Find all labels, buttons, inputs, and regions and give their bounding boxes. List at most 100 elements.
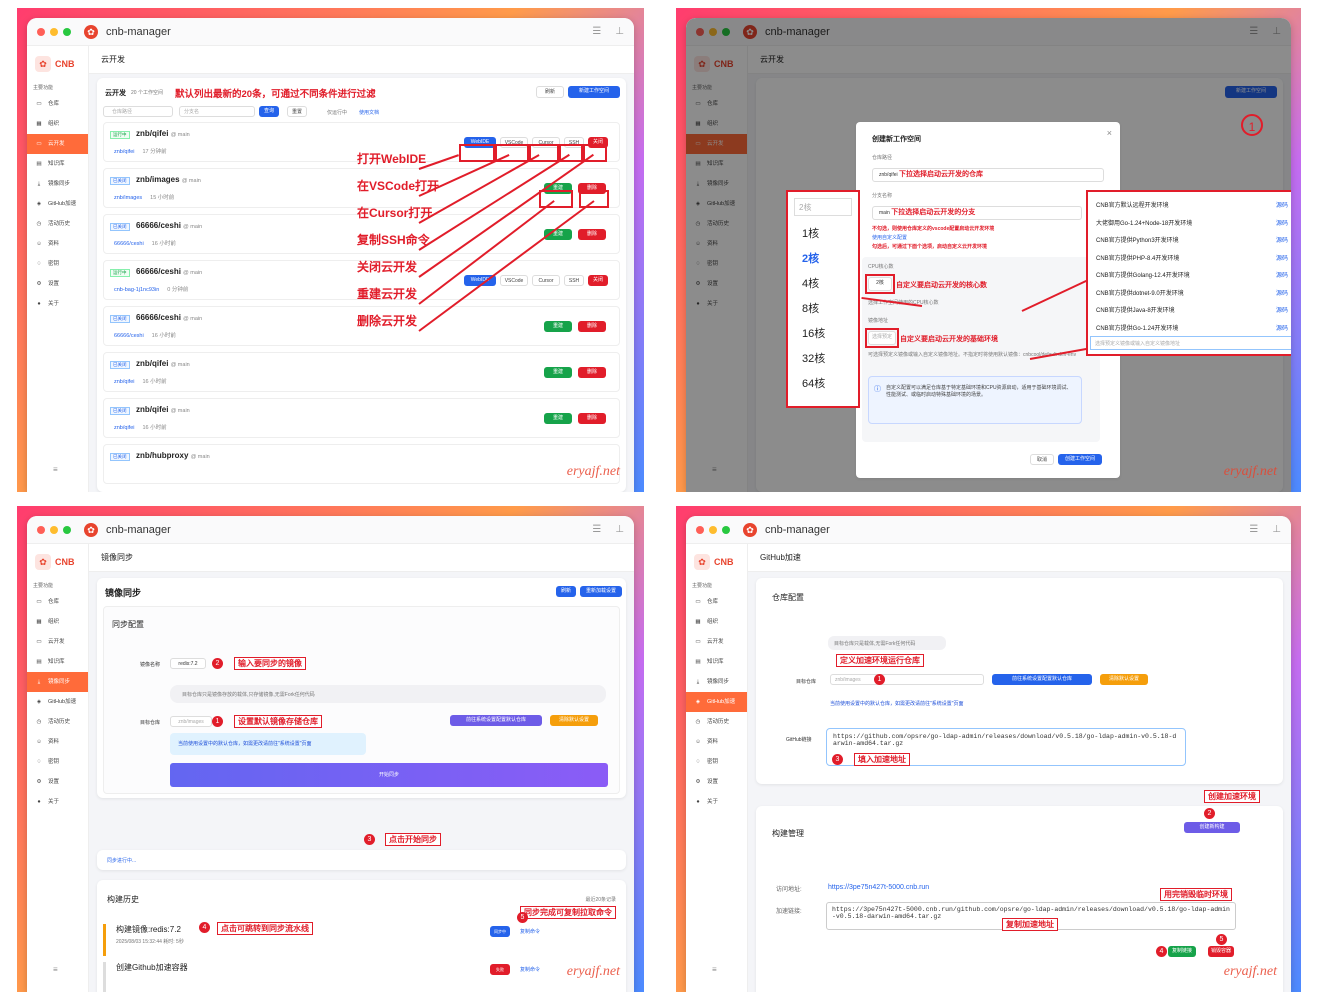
clear-default-button[interactable]: 清除默认设置	[550, 715, 598, 726]
rebuild-button[interactable]: 重建	[544, 413, 572, 424]
start-sync-button[interactable]: 开始同步	[170, 763, 608, 787]
sidebar-item[interactable]: ◷ 活动历史	[27, 712, 88, 732]
refresh-button[interactable]: 刷新	[536, 86, 564, 98]
sidebar-item[interactable]: ♢ 密钥	[686, 752, 747, 772]
image-option[interactable]: CNB官方提供PHP-8.4开发环境 源码	[1088, 251, 1291, 269]
delete-button[interactable]: 删除	[578, 367, 606, 378]
close-dot[interactable]	[37, 525, 45, 534]
workspace-name[interactable]: znb/qifei @ main	[136, 129, 190, 138]
sidebar-item[interactable]: ☺ 资料	[27, 732, 88, 752]
sidebar-item[interactable]: ▤ 知识库	[686, 652, 747, 672]
core-option[interactable]: 32核	[802, 347, 858, 372]
repo-filter-input[interactable]: 仓库路径	[103, 106, 173, 117]
workspace-name[interactable]: 66666/ceshi @ main	[136, 221, 202, 230]
copy-command-link[interactable]: 复制命令	[520, 928, 540, 935]
target-input[interactable]: znb/images	[170, 716, 212, 727]
reset-button[interactable]: 重置	[287, 106, 307, 117]
sidebar-item[interactable]: ▭ 仓库	[27, 94, 88, 114]
minimize-dot[interactable]	[50, 27, 58, 36]
workspace-name[interactable]: 66666/ceshi @ main	[136, 267, 202, 276]
workspace-path[interactable]: 66666/ceshi	[114, 333, 144, 339]
workspace-path[interactable]: znb/qifei	[114, 149, 135, 155]
query-button[interactable]: 查询	[259, 106, 279, 117]
workspace-path[interactable]: 66666/ceshi	[114, 241, 144, 247]
core-option[interactable]: 64核	[802, 372, 858, 397]
image-option[interactable]: CNB官方提供dotnet-9.0开发环境 源码	[1088, 286, 1291, 304]
core-option[interactable]: 1核	[802, 222, 858, 247]
sidebar-item[interactable]: ⤓ 镜像同步	[27, 672, 88, 692]
delete-button[interactable]: 删除	[578, 413, 606, 424]
sidebar-item[interactable]: ▦ 组织	[27, 114, 88, 134]
delete-button[interactable]: 删除	[578, 321, 606, 332]
refresh-button[interactable]: 刷新	[556, 586, 576, 597]
sidebar-item[interactable]: ◈ GitHub加速	[686, 692, 747, 712]
history-item[interactable]: 构建镜像:redis:7.2 2025/08/03 15:32:44 耗时: 5…	[103, 924, 620, 956]
sidebar-item[interactable]: ▭ 仓库	[27, 592, 88, 612]
create-build-button[interactable]: 创建新构建	[1184, 822, 1240, 833]
source-link[interactable]: 源码	[1276, 251, 1288, 269]
core-option[interactable]: 2核	[802, 247, 858, 272]
maximize-dot[interactable]	[63, 525, 71, 534]
pin-icon[interactable]: ⊥	[615, 524, 624, 535]
goto-settings-button[interactable]: 前往系统设置配置默认仓库	[992, 674, 1092, 685]
collapse-icon[interactable]: ≡	[53, 965, 58, 974]
source-link[interactable]: 源码	[1276, 198, 1288, 216]
workspace-path[interactable]: cnb-bag-1j1nc93in	[114, 287, 159, 293]
image-option[interactable]: CNB官方提供Python3开发环境 源码	[1088, 233, 1291, 251]
image-option[interactable]: 大佬御用Go-1.24+Node-18开发环境 源码	[1088, 216, 1291, 234]
sidebar-item[interactable]: ▭ 云开发	[27, 134, 88, 154]
visit-link[interactable]: https://3pe75n427t-5000.cnb.run	[828, 884, 929, 891]
sidebar-item[interactable]: ⚙ 设置	[27, 772, 88, 792]
workspace-name[interactable]: znb/qifei @ main	[136, 405, 190, 414]
docs-link[interactable]: 使用文档	[359, 109, 379, 116]
cancel-button[interactable]: 取消	[1030, 454, 1054, 465]
menu-icon[interactable]: ☰	[592, 26, 601, 37]
sidebar-item[interactable]: ▦ 组织	[686, 612, 747, 632]
collapse-icon[interactable]: ≡	[53, 465, 58, 474]
new-workspace-button[interactable]: 新建工作空间	[568, 86, 620, 98]
sidebar-item[interactable]: ▦ 组织	[27, 612, 88, 632]
workspace-path[interactable]: znb/images	[114, 195, 142, 201]
menu-icon[interactable]: ☰	[592, 524, 601, 535]
cores-search-input[interactable]: 2核	[794, 198, 852, 216]
image-option[interactable]: CNB官方提供Java-8开发环境 源码	[1088, 303, 1291, 321]
copy-command-link[interactable]: 复制命令	[520, 966, 540, 973]
image-option[interactable]: CNB官方提供Golang-12.4开发环境 源码	[1088, 268, 1291, 286]
sidebar-item[interactable]: ▭ 云开发	[27, 632, 88, 652]
close-button[interactable]: 关闭	[588, 275, 608, 286]
custom-config-checkbox[interactable]: 使用自定义配置	[872, 234, 907, 241]
sidebar-item[interactable]: ☺ 资料	[27, 234, 88, 254]
sidebar-item[interactable]: ☺ 资料	[686, 732, 747, 752]
sidebar-item[interactable]: ▭ 云开发	[686, 632, 747, 652]
pin-icon[interactable]: ⊥	[615, 26, 624, 37]
destroy-button[interactable]: 销毁容器	[1208, 946, 1234, 957]
sidebar-item[interactable]: ♢ 密钥	[27, 752, 88, 772]
rebuild-button[interactable]: 重建	[544, 367, 572, 378]
maximize-dot[interactable]	[63, 27, 71, 36]
target-input[interactable]: znb/images	[830, 674, 984, 685]
sidebar-item[interactable]: ▭ 仓库	[686, 592, 747, 612]
source-link[interactable]: 源码	[1276, 268, 1288, 286]
delete-button[interactable]: 删除	[578, 229, 606, 240]
history-title[interactable]: 创建Github加速容器	[116, 962, 620, 973]
workspace-name[interactable]: znb/qifei @ main	[136, 359, 190, 368]
minimize-dot[interactable]	[50, 525, 58, 534]
close-dot[interactable]	[696, 525, 704, 534]
core-option[interactable]: 16核	[802, 322, 858, 347]
source-link[interactable]: 源码	[1276, 233, 1288, 251]
copy-link-button[interactable]: 复制链接	[1168, 946, 1196, 957]
sidebar-item[interactable]: ⤓ 镜像同步	[27, 174, 88, 194]
sidebar-item[interactable]: ♢ 密钥	[27, 254, 88, 274]
workspace-name[interactable]: znb/hubproxy @ main	[136, 451, 210, 460]
sidebar-item[interactable]: ⚙ 设置	[686, 772, 747, 792]
image-input[interactable]: redis:7.2	[170, 658, 206, 669]
close-dot[interactable]	[37, 27, 45, 36]
reload-settings-button[interactable]: 重新加载设置	[580, 586, 622, 597]
sidebar-item[interactable]: ⚙ 设置	[27, 274, 88, 294]
sidebar-item[interactable]: ● 关于	[27, 792, 88, 812]
menu-icon[interactable]: ☰	[1249, 524, 1258, 535]
ssh-button[interactable]: SSH	[564, 275, 584, 286]
workspace-name[interactable]: znb/images @ main	[136, 175, 201, 184]
rebuild-button[interactable]: 重建	[544, 321, 572, 332]
sidebar-item[interactable]: ◷ 活动历史	[27, 214, 88, 234]
